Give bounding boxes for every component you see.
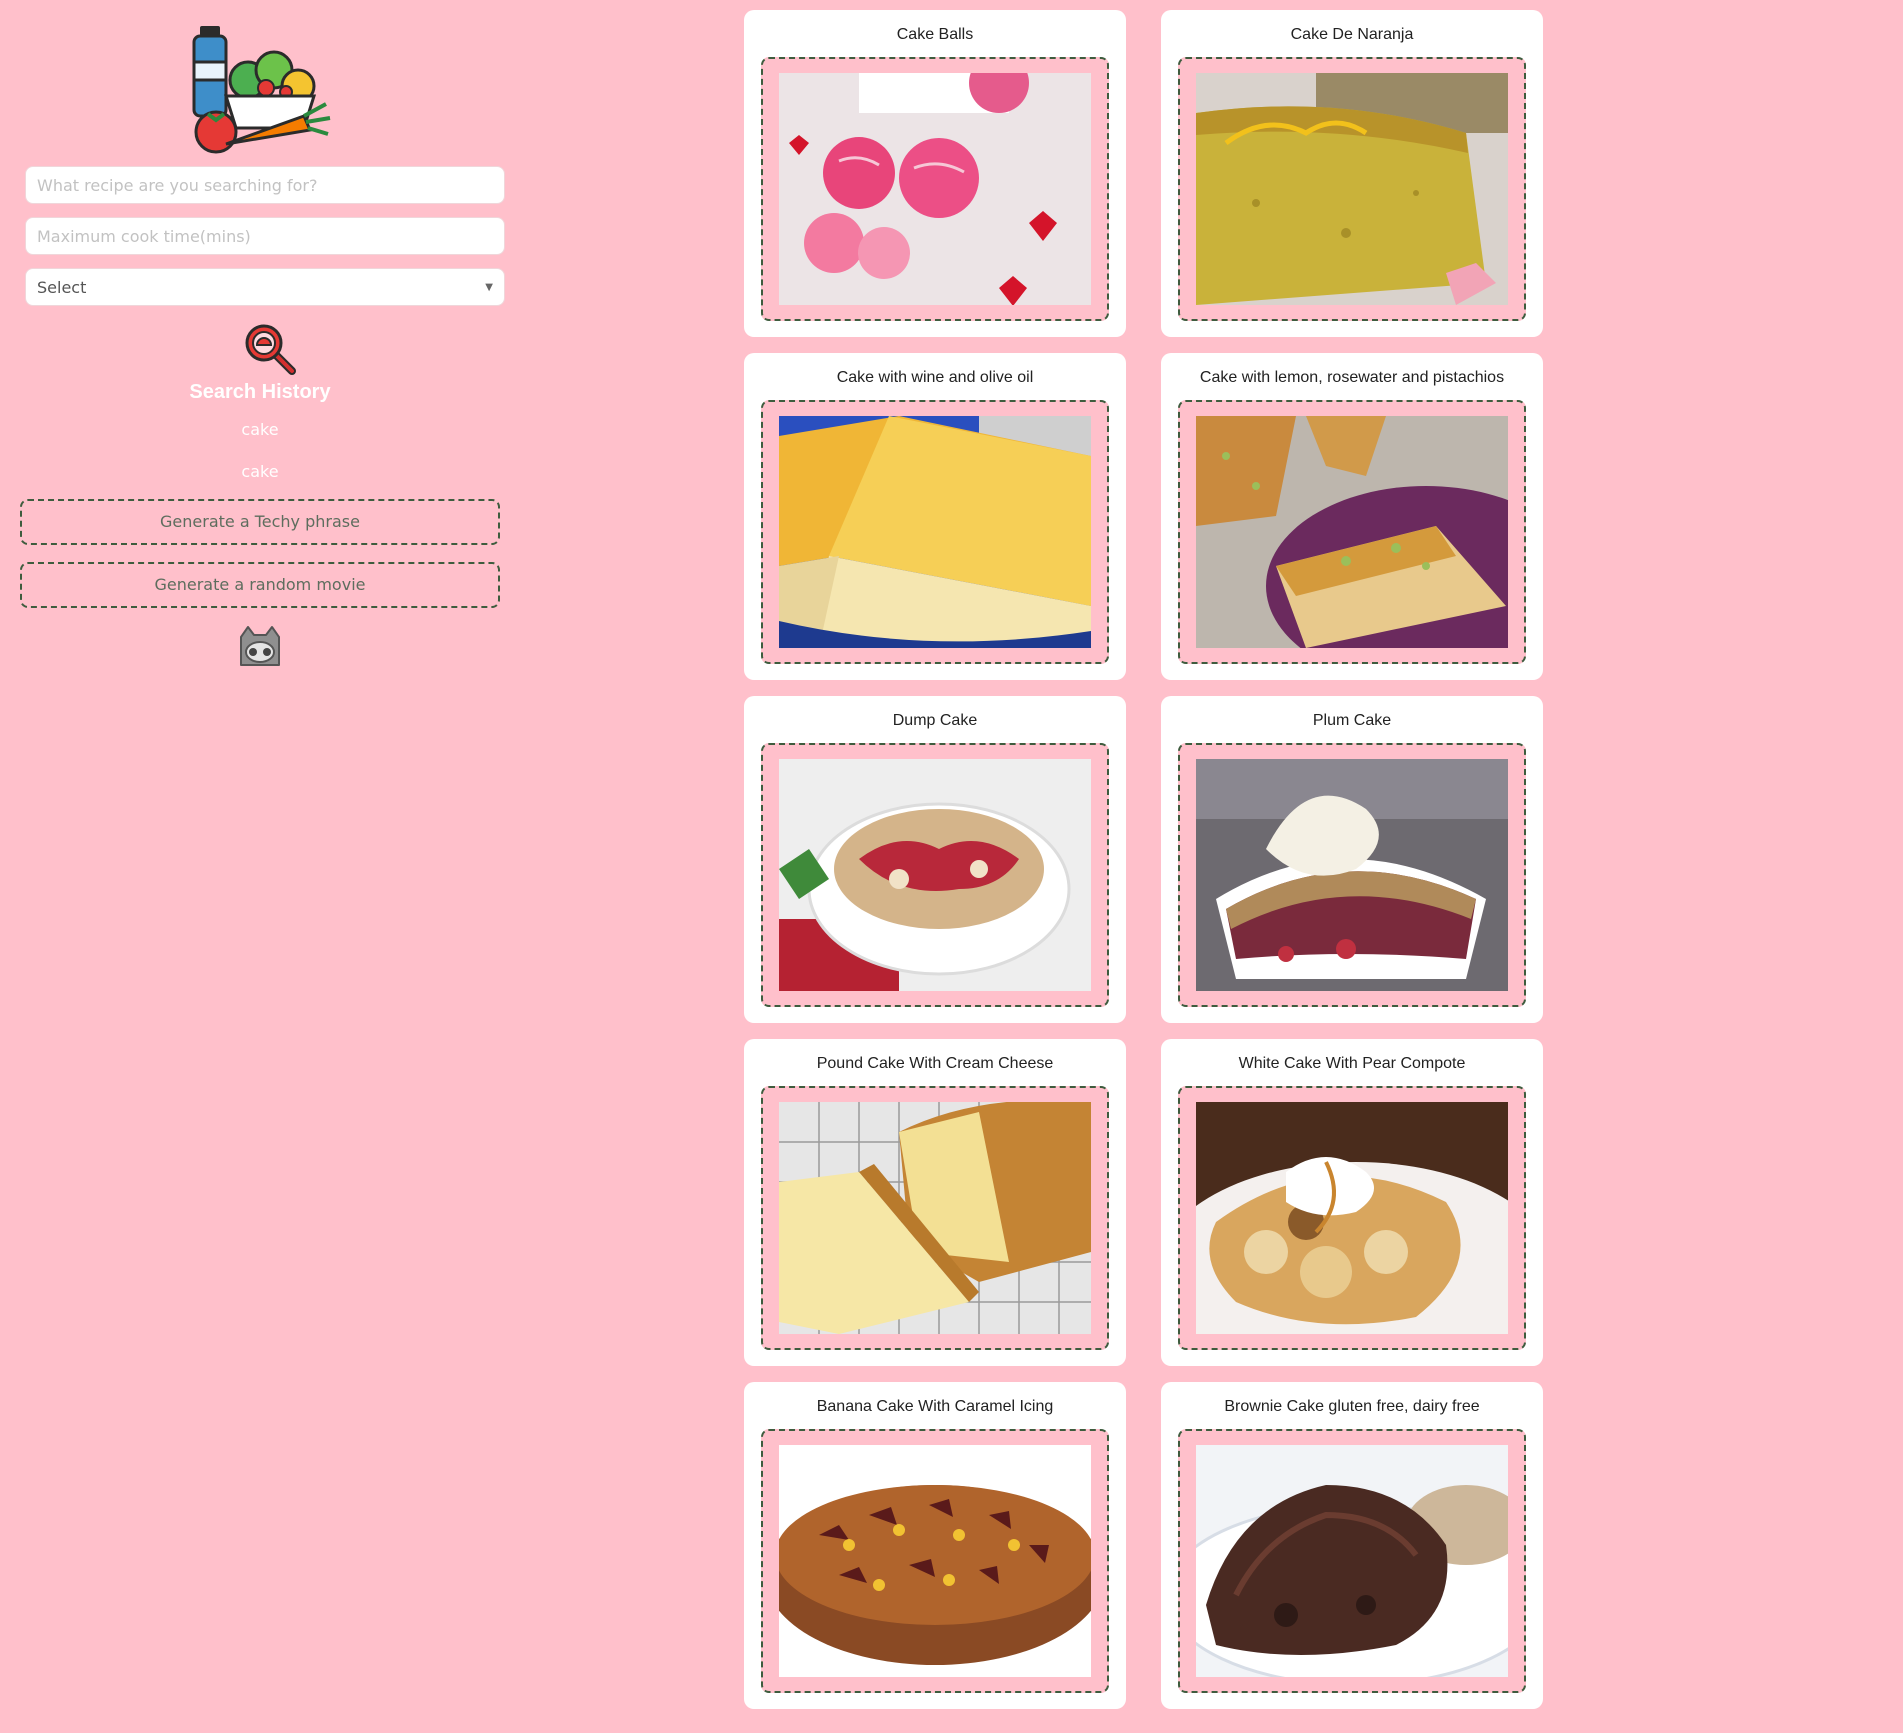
recipe-card[interactable]: Pound Cake With Cream Cheese — [744, 1039, 1126, 1366]
recipe-image-frame — [761, 400, 1109, 664]
recipe-image-frame — [1178, 1429, 1526, 1693]
orange-cake-slice-photo — [1196, 73, 1508, 305]
recipe-image-frame — [761, 1086, 1109, 1350]
search-history-title: Search History — [189, 381, 331, 403]
recipe-image-frame — [1178, 57, 1526, 321]
recipe-card[interactable]: Cake with wine and olive oil — [744, 353, 1126, 680]
select-value: Select — [37, 277, 87, 297]
recipe-image-frame — [1178, 1086, 1526, 1350]
search-history-item[interactable]: cake — [0, 462, 520, 481]
recipe-card[interactable]: Dump Cake — [744, 696, 1126, 1023]
recipe-card[interactable]: White Cake With Pear Compote — [1161, 1039, 1543, 1366]
diet-select[interactable]: Select ▼ — [25, 268, 505, 306]
yellow-cake-photo — [779, 416, 1091, 648]
dump-cake-photo — [779, 759, 1091, 991]
recipe-card[interactable]: Cake Balls — [744, 10, 1126, 337]
recipe-title: Cake Balls — [896, 26, 974, 43]
brownie-cake-photo — [1196, 1445, 1508, 1677]
pink-cake-balls-photo — [779, 73, 1091, 305]
recipe-card[interactable]: Plum Cake — [1161, 696, 1543, 1023]
recipe-grid: Cake Balls Cake De Naranja Cake with win… — [744, 10, 1544, 1709]
pistachio-cake-photo — [1196, 416, 1508, 648]
recipe-image-frame — [761, 57, 1109, 321]
recipe-title: Brownie Cake gluten free, dairy free — [1224, 1398, 1480, 1415]
recipe-image-frame — [1178, 400, 1526, 664]
recipe-card[interactable]: Cake with lemon, rosewater and pistachio… — [1161, 353, 1543, 680]
recipe-card[interactable]: Banana Cake With Caramel Icing — [744, 1382, 1126, 1709]
generate-random-movie-button[interactable]: Generate a random movie — [20, 562, 500, 608]
pear-compote-photo — [1196, 1102, 1508, 1334]
magnifier-icon — [245, 324, 296, 375]
recipe-search-input[interactable] — [25, 166, 505, 204]
recipe-card[interactable]: Cake De Naranja — [1161, 10, 1543, 337]
max-cook-time-input[interactable] — [25, 217, 505, 255]
recipe-title: Pound Cake With Cream Cheese — [816, 1055, 1054, 1072]
recipe-image-frame — [1178, 743, 1526, 1007]
recipe-title: Dump Cake — [892, 712, 978, 729]
recipe-title: Plum Cake — [1312, 712, 1392, 729]
plum-cake-photo — [1196, 759, 1508, 991]
generate-techy-phrase-button[interactable]: Generate a Techy phrase — [20, 499, 500, 545]
banana-caramel-cake-photo — [779, 1445, 1091, 1677]
recipe-title: Banana Cake With Caramel Icing — [816, 1398, 1054, 1415]
search-history-item[interactable]: cake — [0, 420, 520, 439]
recipe-image-frame — [761, 743, 1109, 1007]
caret-down-icon: ▼ — [485, 281, 493, 293]
recipe-title: Cake De Naranja — [1290, 26, 1414, 43]
recipe-title: Cake with lemon, rosewater and pistachio… — [1199, 369, 1505, 386]
healthy-food-basket-icon — [192, 26, 331, 154]
recipe-title: White Cake With Pear Compote — [1238, 1055, 1466, 1072]
pound-cake-photo — [779, 1102, 1091, 1334]
recipe-card[interactable]: Brownie Cake gluten free, dairy free — [1161, 1382, 1543, 1709]
recipe-title: Cake with wine and olive oil — [836, 369, 1034, 386]
recipe-image-frame — [761, 1429, 1109, 1693]
github-icon[interactable] — [237, 625, 283, 669]
